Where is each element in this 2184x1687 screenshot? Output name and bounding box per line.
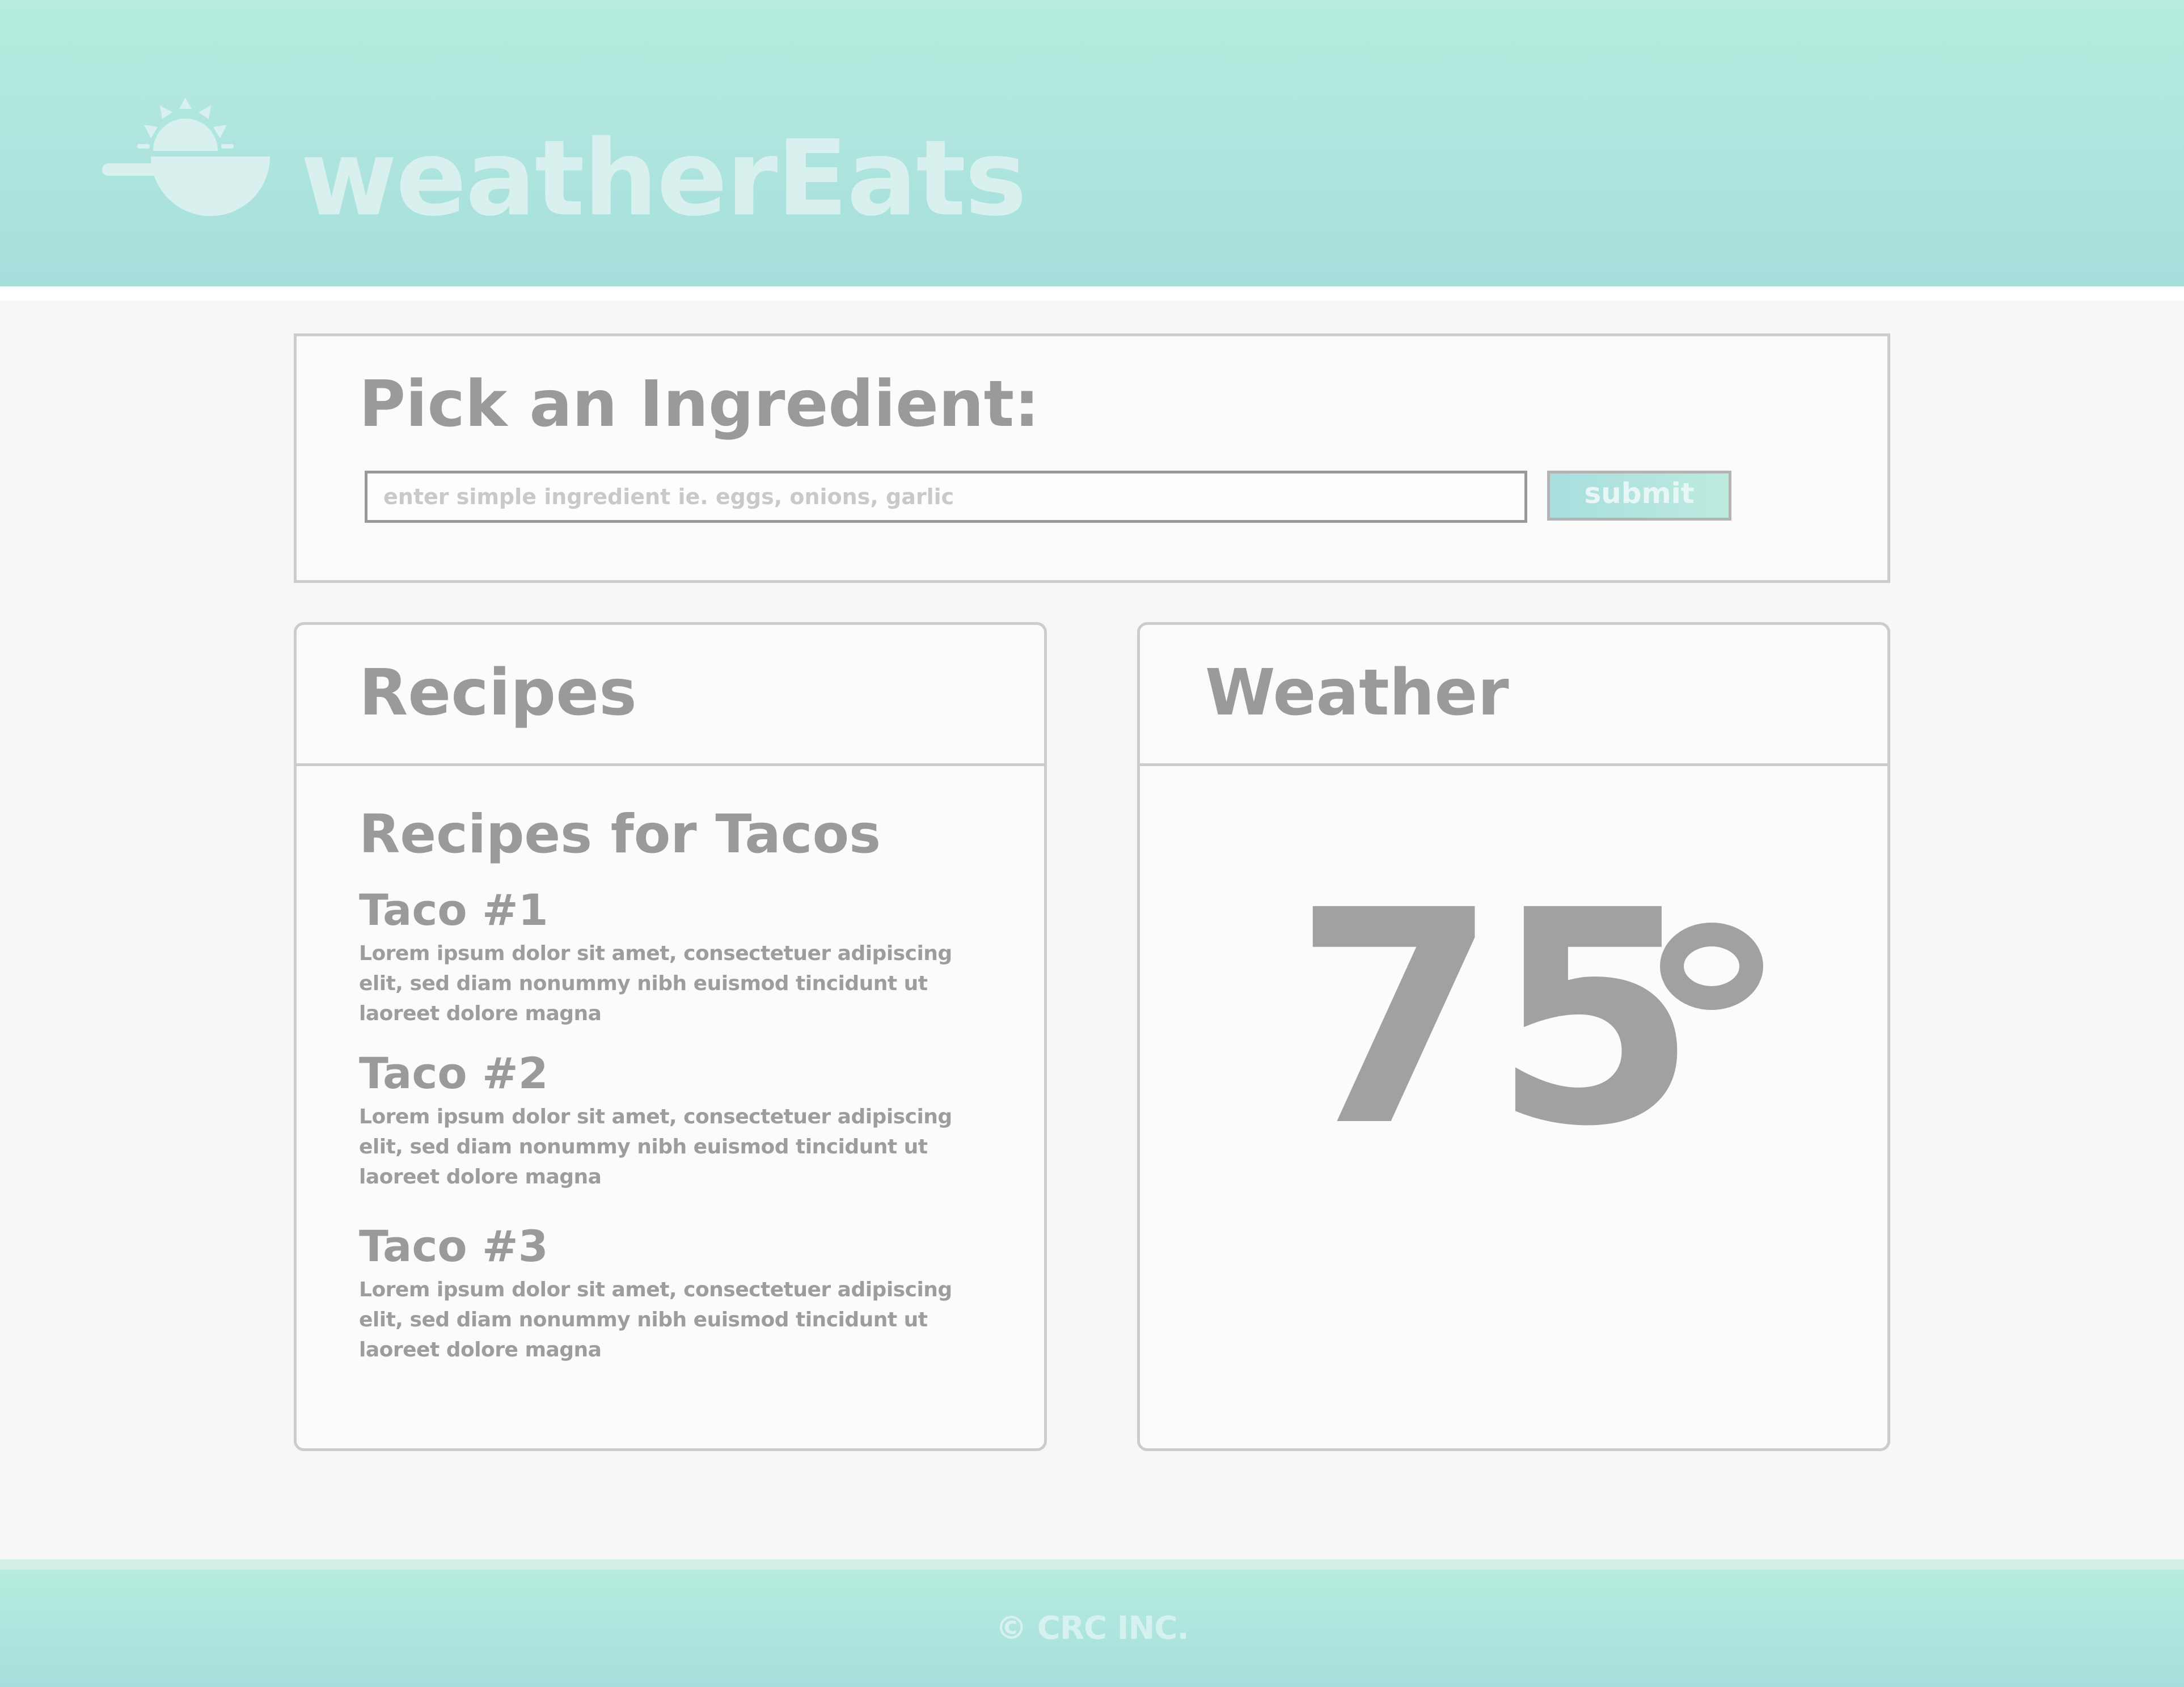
recipe-description: Lorem ipsum dolor sit amet, consectetuer… bbox=[359, 942, 952, 1025]
recipe-title[interactable]: Taco #1 bbox=[359, 884, 1000, 936]
recipes-card-divider bbox=[297, 763, 1044, 766]
degree-symbol-icon bbox=[1660, 923, 1763, 1010]
recipe-title[interactable]: Taco #3 bbox=[359, 1220, 1000, 1272]
temperature-value: 75 bbox=[1293, 847, 1698, 1191]
submit-button[interactable]: submit bbox=[1547, 471, 1731, 521]
recipes-card-title: Recipes bbox=[359, 656, 637, 730]
app-logo-text[interactable]: weatherEats bbox=[301, 122, 1027, 235]
ingredient-title: Pick an Ingredient: bbox=[359, 367, 1040, 441]
footer-divider bbox=[0, 1559, 2184, 1570]
recipe-description: Lorem ipsum dolor sit amet, consectetuer… bbox=[359, 1278, 952, 1362]
ingredient-panel: Pick an Ingredient: submit bbox=[294, 333, 1890, 583]
site-header: weatherEats bbox=[0, 0, 2184, 286]
weather-card-divider bbox=[1140, 763, 1887, 766]
recipe-item[interactable]: Taco #2 Lorem ipsum dolor sit amet, cons… bbox=[359, 1047, 1000, 1192]
recipe-item[interactable]: Taco #1 Lorem ipsum dolor sit amet, cons… bbox=[359, 884, 1000, 1029]
ingredient-search-input[interactable] bbox=[365, 471, 1527, 523]
site-footer: © CRC INC. bbox=[0, 1570, 2184, 1687]
recipe-item[interactable]: Taco #3 Lorem ipsum dolor sit amet, cons… bbox=[359, 1220, 1000, 1365]
weather-card: Weather 75 bbox=[1137, 622, 1890, 1451]
recipe-title[interactable]: Taco #2 bbox=[359, 1047, 1000, 1100]
weather-card-title: Weather bbox=[1205, 656, 1509, 730]
recipes-heading: Recipes for Tacos bbox=[359, 804, 881, 865]
header-divider bbox=[0, 286, 2184, 301]
bowl-with-rising-sun-icon[interactable] bbox=[101, 95, 277, 234]
recipes-card: Recipes Recipes for Tacos Taco #1 Lorem … bbox=[294, 622, 1047, 1451]
recipe-description: Lorem ipsum dolor sit amet, consectetuer… bbox=[359, 1105, 952, 1189]
copyright-text: © CRC INC. bbox=[995, 1610, 1189, 1647]
